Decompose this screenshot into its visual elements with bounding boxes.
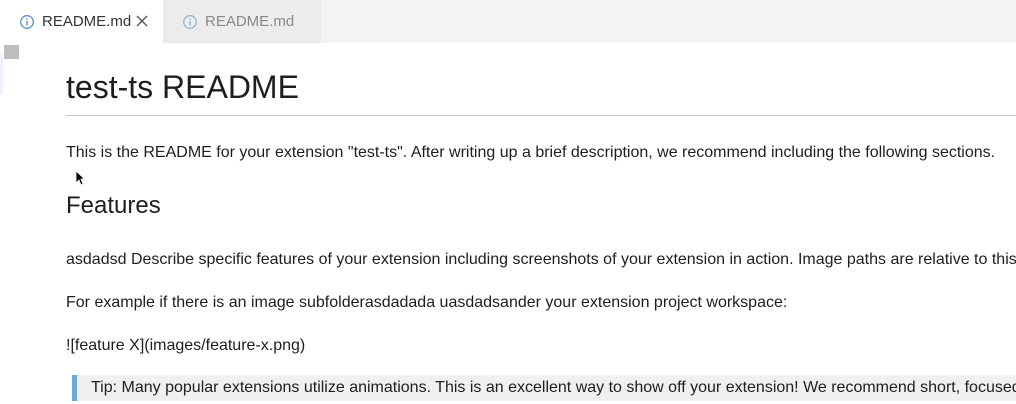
- intro-paragraph: This is the README for your extension "t…: [66, 144, 996, 161]
- tab-label: README.md: [42, 13, 132, 30]
- features-heading: Features: [66, 192, 161, 219]
- page-title: test-ts README: [66, 69, 299, 105]
- gutter-highlight: [0, 53, 3, 95]
- title-divider: [66, 115, 1016, 116]
- image-markdown-text: ![feature X](images/feature-x.png): [66, 337, 306, 354]
- example-paragraph: For example if there is an image subfold…: [66, 294, 788, 311]
- tip-blockquote: Tip: Many popular extensions utilize ani…: [72, 375, 1016, 401]
- tab-label: README.md: [205, 13, 295, 30]
- tab-readme-active[interactable]: README.md: [0, 0, 163, 43]
- info-icon: [183, 14, 197, 29]
- scroll-marker[interactable]: [4, 45, 19, 59]
- info-icon: [20, 14, 34, 29]
- close-icon[interactable]: [135, 14, 149, 28]
- mouse-pointer-icon: [75, 170, 85, 186]
- features-paragraph: asdadsd Describe specific features of yo…: [66, 251, 1016, 268]
- markdown-preview[interactable]: test-ts README This is the README for yo…: [0, 43, 1016, 404]
- tab-bar: README.md README.md: [0, 0, 1016, 43]
- tab-readme-inactive[interactable]: README.md: [163, 0, 321, 43]
